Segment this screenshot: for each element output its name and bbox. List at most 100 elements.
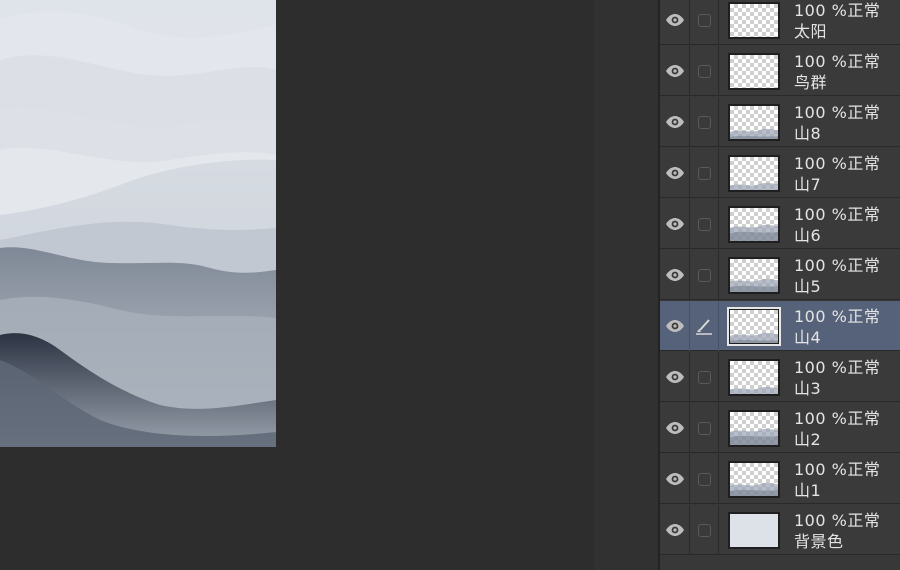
eye-icon (665, 472, 685, 486)
panel-dock-gap (594, 0, 660, 570)
layer-blend-mode: 正常 (847, 154, 881, 173)
layer-info: 100 %正常 太阳 (794, 0, 898, 42)
layer-link-checkbox[interactable] (690, 148, 719, 198)
layer-row[interactable]: 100 %正常 山2 (660, 403, 900, 453)
layer-info: 100 %正常 山2 (794, 408, 898, 450)
layer-name[interactable]: 山7 (794, 174, 898, 195)
brush-icon (696, 319, 712, 335)
layer-name[interactable]: 山5 (794, 276, 898, 297)
layer-row[interactable]: 100 %正常 背景色 (660, 505, 900, 555)
layer-row[interactable]: 100 %正常 山8 (660, 97, 900, 147)
layer-row[interactable]: 100 %正常 山6 (660, 199, 900, 249)
thumbnail-image (730, 412, 778, 445)
layer-name[interactable]: 山1 (794, 480, 898, 501)
mountain-thumbnail-icon (730, 332, 778, 343)
mountain-thumbnail-icon (730, 386, 778, 394)
layer-info: 100 %正常 山1 (794, 459, 898, 501)
layer-name[interactable]: 鸟群 (794, 72, 898, 93)
layer-visibility-toggle[interactable] (660, 97, 690, 147)
eye-icon (665, 64, 685, 78)
eye-icon (665, 370, 685, 384)
eye-icon (665, 268, 685, 282)
layer-name[interactable]: 山8 (794, 123, 898, 144)
layer-visibility-toggle[interactable] (660, 301, 690, 351)
layer-row[interactable]: 100 %正常 山1 (660, 454, 900, 504)
checkbox-icon (697, 472, 711, 486)
layer-link-checkbox[interactable] (690, 97, 719, 147)
layer-link-checkbox[interactable] (690, 352, 719, 402)
layer-info: 100 %正常 山7 (794, 153, 898, 195)
layer-thumbnail[interactable] (727, 307, 781, 346)
checkbox-icon (697, 523, 711, 537)
layer-name[interactable]: 山2 (794, 429, 898, 450)
layer-visibility-toggle[interactable] (660, 250, 690, 300)
layer-visibility-toggle[interactable] (660, 505, 690, 555)
layer-row[interactable]: 100 %正常 山7 (660, 148, 900, 198)
thumbnail-image (730, 157, 778, 190)
layer-thumbnail[interactable] (728, 410, 780, 447)
layer-link-checkbox[interactable] (690, 403, 719, 453)
layer-thumbnail[interactable] (728, 2, 780, 39)
canvas-area[interactable] (0, 0, 594, 570)
eye-icon (665, 115, 685, 129)
layer-link-checkbox[interactable] (690, 250, 719, 300)
layer-blend-mode: 正常 (847, 1, 881, 20)
layer-thumbnail[interactable] (728, 359, 780, 396)
layer-visibility-toggle[interactable] (660, 454, 690, 504)
layer-name[interactable]: 太阳 (794, 21, 898, 42)
layer-row[interactable]: 100 %正常 山3 (660, 352, 900, 402)
mountain-thumbnail-icon (730, 128, 778, 139)
layer-name[interactable]: 背景色 (794, 531, 898, 552)
layer-link-checkbox[interactable] (690, 199, 719, 249)
layer-thumbnail[interactable] (728, 155, 780, 192)
layer-row[interactable]: 100 %正常 山5 (660, 250, 900, 300)
layer-thumbnail[interactable] (728, 206, 780, 243)
layer-thumbnail[interactable] (728, 53, 780, 90)
layers-panel: 100 %正常 太阳 100 %正常 鸟群 100 %正常 山8 100 %正常 山7 100 … (660, 0, 900, 570)
layer-row[interactable]: 100 %正常 太阳 (660, 0, 900, 45)
layer-visibility-toggle[interactable] (660, 46, 690, 96)
layer-visibility-toggle[interactable] (660, 403, 690, 453)
layer-name[interactable]: 山3 (794, 378, 898, 399)
eye-icon (665, 319, 685, 333)
checkbox-icon (697, 268, 711, 282)
thumbnail-image (730, 259, 778, 292)
checkbox-icon (697, 13, 711, 27)
layer-link-checkbox[interactable] (690, 0, 719, 45)
layer-row[interactable]: 100 %正常 山4 (660, 301, 900, 351)
layer-visibility-toggle[interactable] (660, 148, 690, 198)
layer-link-checkbox[interactable] (690, 46, 719, 96)
layer-opacity: 100 % (794, 307, 848, 326)
layer-row[interactable]: 100 %正常 鸟群 (660, 46, 900, 96)
layer-info: 100 %正常 山6 (794, 204, 898, 246)
thumbnail-image (730, 514, 778, 547)
layer-opacity: 100 % (794, 205, 848, 224)
thumbnail-image (730, 106, 778, 139)
mountain-thumbnail-icon (730, 482, 778, 496)
layer-visibility-toggle[interactable] (660, 352, 690, 402)
thumbnail-image (730, 310, 778, 343)
layer-thumbnail[interactable] (728, 461, 780, 498)
eye-icon (665, 421, 685, 435)
layer-info: 100 %正常 鸟群 (794, 51, 898, 93)
layer-blend-mode: 正常 (847, 511, 881, 530)
eye-icon (665, 13, 685, 27)
document-canvas[interactable] (0, 0, 276, 447)
layer-thumbnail[interactable] (728, 257, 780, 294)
layer-link-checkbox[interactable] (690, 454, 719, 504)
layer-thumbnail[interactable] (728, 512, 780, 549)
layer-blend-mode: 正常 (847, 409, 881, 428)
layer-name[interactable]: 山6 (794, 225, 898, 246)
layer-opacity: 100 % (794, 256, 848, 275)
layer-name[interactable]: 山4 (794, 327, 898, 348)
layer-link-checkbox[interactable] (690, 505, 719, 555)
layer-thumbnail[interactable] (728, 104, 780, 141)
layer-info: 100 %正常 山4 (794, 306, 898, 348)
checkbox-icon (697, 166, 711, 180)
mountain-thumbnail-icon (730, 278, 778, 292)
layer-visibility-toggle[interactable] (660, 0, 690, 45)
thumbnail-image (730, 463, 778, 496)
layer-visibility-toggle[interactable] (660, 199, 690, 249)
brush-icon (690, 301, 719, 351)
layer-opacity: 100 % (794, 1, 848, 20)
